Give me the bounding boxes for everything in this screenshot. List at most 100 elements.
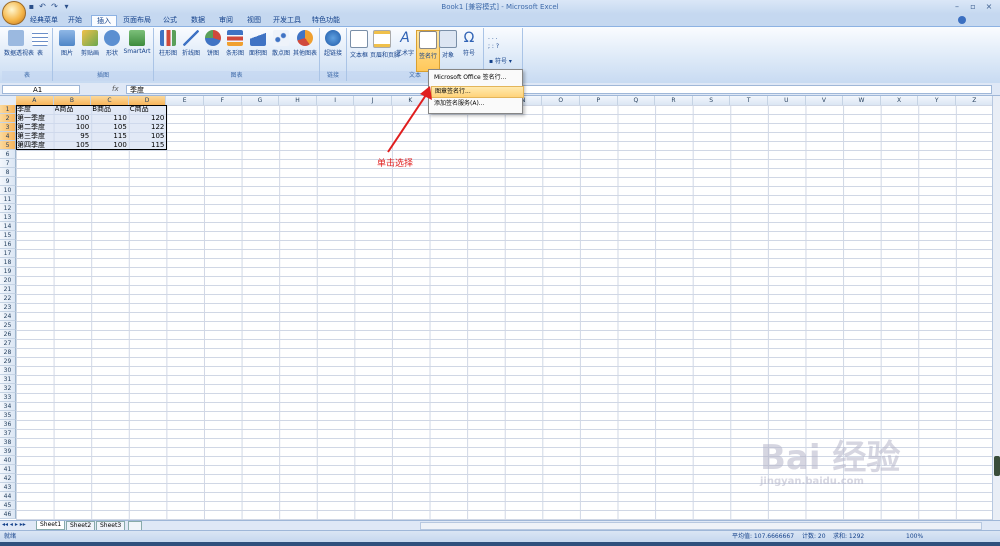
object-button[interactable]: 对象: [439, 30, 457, 68]
pivot-table-button[interactable]: 数据透视表: [4, 30, 34, 68]
tab-formulas[interactable]: 公式: [160, 15, 180, 26]
line-chart-button[interactable]: 折线图: [180, 30, 202, 68]
column-header-t[interactable]: T: [730, 96, 768, 105]
table-cell[interactable]: 122: [130, 123, 167, 132]
row-header-34[interactable]: 34: [0, 402, 16, 411]
tab-home[interactable]: 开始: [64, 15, 86, 26]
table-cell[interactable]: 110: [92, 114, 129, 123]
row-header-7[interactable]: 7: [0, 159, 16, 168]
menu-item-office-signature[interactable]: Microsoft Office 签名行...: [431, 73, 522, 83]
table-cell[interactable]: 第四季度: [17, 141, 54, 150]
maximize-button[interactable]: ▫: [966, 1, 980, 12]
column-header-g[interactable]: G: [242, 96, 280, 105]
row-header-12[interactable]: 12: [0, 204, 16, 213]
row-header-24[interactable]: 24: [0, 312, 16, 321]
column-header-w[interactable]: W: [843, 96, 881, 105]
row-header-41[interactable]: 41: [0, 465, 16, 474]
tab-page-layout[interactable]: 页面布局: [121, 15, 153, 26]
column-header-s[interactable]: S: [693, 96, 731, 105]
tab-view[interactable]: 视图: [244, 15, 264, 26]
table-cell[interactable]: 第二季度: [17, 123, 54, 132]
insert-function-icon[interactable]: fx: [112, 85, 124, 94]
column-header-o[interactable]: O: [542, 96, 580, 105]
scatter-chart-button[interactable]: 散点图: [270, 30, 292, 68]
special-symbol-dropdown[interactable]: ▪ 符号 ▾: [489, 56, 512, 65]
row-header-5[interactable]: 5: [0, 141, 16, 150]
column-header-y[interactable]: Y: [918, 96, 956, 105]
row-header-31[interactable]: 31: [0, 375, 16, 384]
row-header-13[interactable]: 13: [0, 213, 16, 222]
row-header-19[interactable]: 19: [0, 267, 16, 276]
column-header-c[interactable]: C: [91, 96, 129, 105]
row-header-26[interactable]: 26: [0, 330, 16, 339]
table-cell[interactable]: 100: [55, 123, 92, 132]
row-header-28[interactable]: 28: [0, 348, 16, 357]
column-header-u[interactable]: U: [768, 96, 806, 105]
tab-developer[interactable]: 开发工具: [272, 15, 302, 26]
hyperlink-button[interactable]: 超链接: [322, 30, 344, 68]
row-header-32[interactable]: 32: [0, 384, 16, 393]
column-header-p[interactable]: P: [580, 96, 618, 105]
row-header-40[interactable]: 40: [0, 456, 16, 465]
row-header-45[interactable]: 45: [0, 501, 16, 510]
column-header-v[interactable]: V: [806, 96, 844, 105]
column-header-i[interactable]: I: [317, 96, 355, 105]
tab-review[interactable]: 审阅: [216, 15, 236, 26]
special-symbols-grid[interactable]: · · ·; : ?: [488, 36, 518, 50]
table-header-cell[interactable]: A商品: [55, 105, 92, 114]
row-header-46[interactable]: 46: [0, 510, 16, 519]
row-header-9[interactable]: 9: [0, 177, 16, 186]
row-header-18[interactable]: 18: [0, 258, 16, 267]
row-header-11[interactable]: 11: [0, 195, 16, 204]
row-header-43[interactable]: 43: [0, 483, 16, 492]
header-footer-button[interactable]: 页眉和页脚: [370, 30, 400, 68]
row-header-21[interactable]: 21: [0, 285, 16, 294]
help-icon[interactable]: [958, 16, 966, 24]
row-header-14[interactable]: 14: [0, 222, 16, 231]
row-header-3[interactable]: 3: [0, 123, 16, 132]
scroll-thumb[interactable]: [994, 456, 1000, 476]
row-header-10[interactable]: 10: [0, 186, 16, 195]
row-header-35[interactable]: 35: [0, 411, 16, 420]
column-header-f[interactable]: F: [204, 96, 242, 105]
table-cell[interactable]: 115: [92, 132, 129, 141]
signature-line-button[interactable]: 签名行: [416, 30, 440, 72]
column-header-q[interactable]: Q: [618, 96, 656, 105]
row-header-25[interactable]: 25: [0, 321, 16, 330]
tab-classic-menu[interactable]: 经典菜单: [28, 15, 60, 26]
formula-input[interactable]: 季度: [126, 85, 992, 94]
row-header-6[interactable]: 6: [0, 150, 16, 159]
text-box-button[interactable]: 文本框: [349, 30, 369, 68]
row-header-23[interactable]: 23: [0, 303, 16, 312]
clip-art-button[interactable]: 剪贴画: [79, 30, 101, 68]
name-box[interactable]: A1: [2, 85, 80, 94]
menu-item-add-signature-service[interactable]: 添加签名服务(A)...: [431, 99, 522, 109]
table-cell[interactable]: 120: [130, 114, 167, 123]
horizontal-scrollbar[interactable]: [420, 522, 982, 530]
table-cell[interactable]: 105: [130, 132, 167, 141]
sheet-nav-buttons[interactable]: ◂◂ ◂ ▸ ▸▸: [2, 521, 26, 528]
office-button[interactable]: [2, 1, 26, 25]
row-header-44[interactable]: 44: [0, 492, 16, 501]
row-header-39[interactable]: 39: [0, 447, 16, 456]
row-header-16[interactable]: 16: [0, 240, 16, 249]
area-chart-button[interactable]: 面积图: [247, 30, 269, 68]
table-cell[interactable]: 100: [92, 141, 129, 150]
other-charts-button[interactable]: 其他图表: [293, 30, 317, 68]
smartart-button[interactable]: SmartArt: [123, 30, 151, 68]
minimize-button[interactable]: –: [950, 1, 964, 12]
wordart-button[interactable]: A 艺术字: [395, 30, 415, 68]
table-header-cell[interactable]: 季度: [17, 105, 54, 114]
row-header-1[interactable]: 1: [0, 105, 16, 114]
row-header-20[interactable]: 20: [0, 276, 16, 285]
symbol-button[interactable]: Ω 符号: [459, 30, 479, 68]
row-header-27[interactable]: 27: [0, 339, 16, 348]
bar-chart-button[interactable]: 条形图: [224, 30, 246, 68]
row-header-15[interactable]: 15: [0, 231, 16, 240]
row-header-36[interactable]: 36: [0, 420, 16, 429]
row-header-38[interactable]: 38: [0, 438, 16, 447]
row-header-22[interactable]: 22: [0, 294, 16, 303]
sheet-tab-1[interactable]: Sheet1: [36, 521, 66, 530]
table-cell[interactable]: 105: [55, 141, 92, 150]
shapes-button[interactable]: 形状: [102, 30, 122, 68]
